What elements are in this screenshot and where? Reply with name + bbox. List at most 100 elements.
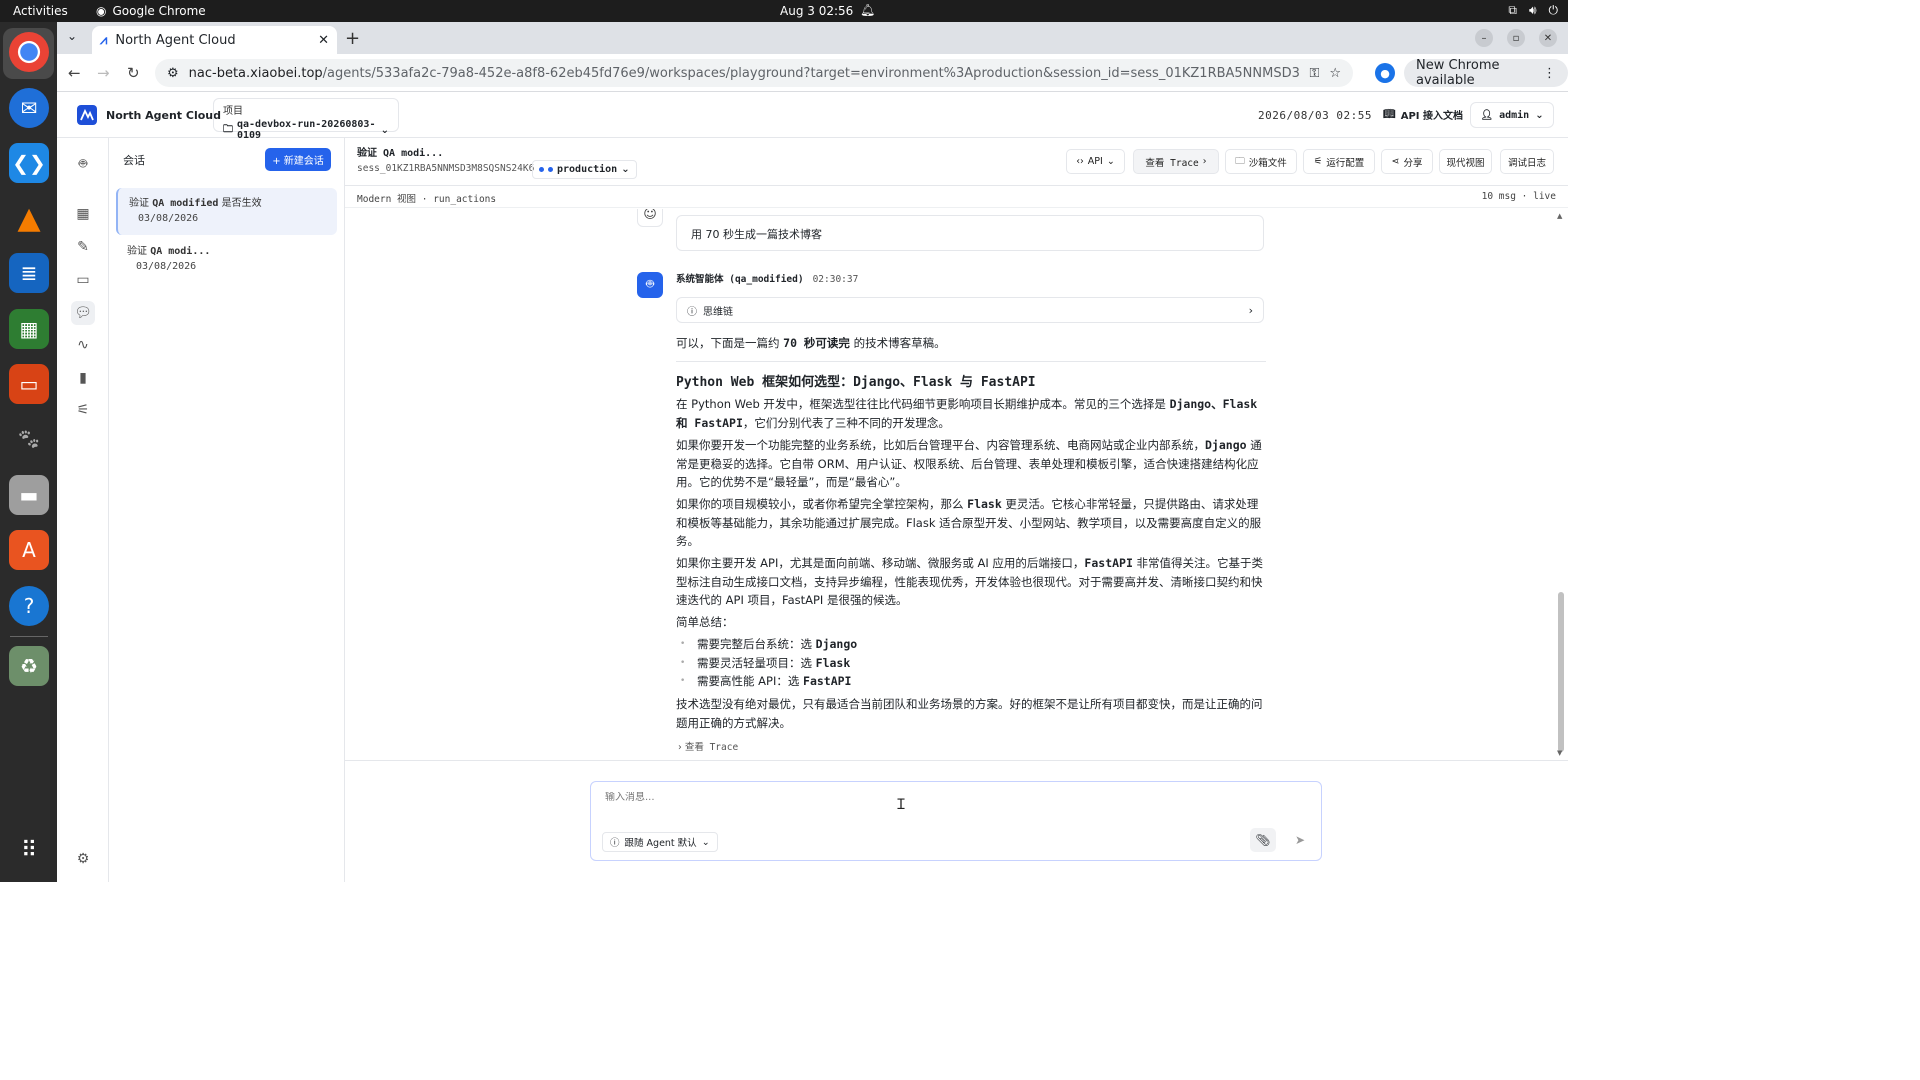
activities-button[interactable]: Activities [13,4,68,18]
chrome-icon[interactable] [9,32,49,72]
new-session-button[interactable]: + 新建会话 [265,148,331,171]
chat-scrollbar-thumb[interactable] [1558,592,1564,752]
back-arrow-icon[interactable]: ← [68,64,81,82]
chevron-down-icon: ⌄ [621,164,630,175]
edit-pencil-icon[interactable]: ✎ [71,235,95,259]
paragraph-bold: Flask [967,496,1002,511]
forward-arrow-icon[interactable]: → [97,64,110,82]
calc-icon[interactable]: ▦ [9,309,49,349]
session-id[interactable]: sess_01KZ1RBA5NNMSD3M8SQSNS24K6 [357,163,534,174]
address-bar[interactable]: ⚙ nac-beta.xiaobei.top/agents/533afa2c-7… [155,59,1353,87]
chrome-update-button[interactable]: New Chrome available ⋮ [1404,58,1568,88]
bar-chart-icon[interactable]: ▮ [71,366,95,390]
impress-icon[interactable]: ▭ [9,364,49,404]
vlc-icon[interactable]: ▲ [9,198,49,238]
volume-icon: 🔊︎ [1528,3,1537,17]
terminal-icon[interactable]: ▭ [71,268,95,292]
tab-search-chevron-icon[interactable]: ⌄ [67,29,77,43]
writer-icon[interactable]: ≣ [9,253,49,293]
debug-log-button[interactable]: 调试日志 [1500,149,1554,174]
agent-bot-icon[interactable]: 🤖︎ [71,152,95,176]
url-host: nac-beta.xiaobei.top [188,65,323,81]
session-item[interactable]: 验证 QA modi... 03/08/2026 [116,236,337,283]
north-agent-logo-icon[interactable] [77,105,97,125]
window-maximize-button[interactable]: ▫ [1507,29,1525,47]
chat-icon[interactable]: 💬︎ [71,301,95,325]
session-name-mono: QA modi... [150,246,211,257]
project-selector[interactable]: 项目 🗀︎ qa-devbox-run-20260803-0109 ⌄ [213,98,399,141]
browser-tab-active[interactable]: ⩘ North Agent Cloud ✕ [92,26,337,54]
text-cursor-icon: Ｉ [894,797,908,813]
chain-of-thought-toggle[interactable]: ⓘ 思维链 › [676,297,1264,323]
files-icon[interactable]: ▬ [9,475,49,515]
site-info-icon[interactable]: ⚙ [167,66,179,81]
chat-transcript[interactable]: ☺ 用 70 秒生成一篇技术博客 🤖︎ 系统智能体 (qa_modified) 0… [345,209,1568,760]
config-sliders-icon: ⚟ [1313,156,1323,167]
list-item: 需要完整后台系统：选 Django [676,635,1266,654]
summary-list: 需要完整后台系统：选 Django 需要灵活轻量项目：选 Flask 需要高性能… [676,635,1266,691]
dashboard-grid-icon[interactable]: ▦ [71,202,95,226]
session-item-date: 03/08/2026 [136,261,197,272]
sliders-icon[interactable]: ⚟ [71,398,95,422]
api-button[interactable]: ‹› API ⌄ [1066,149,1125,174]
chrome-icon: ◉ [96,4,107,18]
scroll-down-arrow-icon[interactable]: ▼ [1557,749,1562,757]
session-item[interactable]: 验证 QA modified 是否生效 03/08/2026 [116,188,337,235]
agent-mode-selector[interactable]: ⓘ 跟随 Agent 默认 ⌄ [602,832,718,852]
bookmark-star-icon[interactable]: ☆ [1329,66,1341,81]
url-text[interactable]: nac-beta.xiaobei.top/agents/533afa2c-79a… [189,66,1300,81]
tab-close-icon[interactable]: ✕ [318,33,329,48]
application-dock: ✉ ❮❯ ▲ ≣ ▦ ▭ 🐾︎ ▬ A ? ♻ ⠿ [0,22,57,882]
profile-avatar-icon[interactable]: ● [1375,63,1395,83]
trash-icon[interactable]: ♻ [9,646,49,686]
network-icon: ⧉ [1508,3,1517,17]
view-trace-button[interactable]: 查看 Trace › [1133,149,1219,174]
window-minimize-button[interactable]: – [1475,29,1493,47]
site-favicon-icon: ⩘ [100,32,108,48]
more-menu-icon[interactable]: ⋮ [1543,66,1556,81]
list-item: 需要高性能 API：选 FastAPI [676,672,1266,691]
settings-gear-icon[interactable]: ⚙ [71,847,95,871]
window-close-button[interactable]: ✕ [1539,29,1557,47]
code-brackets-icon: ‹› [1076,156,1084,167]
session-title: 验证 QA modi... [357,148,444,159]
password-key-icon[interactable]: ⚿ [1309,66,1319,81]
activity-pulse-icon[interactable]: ∿ [71,333,95,357]
header-datetime: 2026/08/03 02:55 [1258,109,1372,122]
share-label: 分享 [1403,157,1423,169]
show-apps-grid-icon[interactable]: ⠿ [9,830,49,870]
new-tab-button[interactable]: + [345,28,360,49]
list-item-bold: FastAPI [803,674,852,689]
view-mode-text: Modern 视图 · run_actions [357,194,497,205]
active-app-menu[interactable]: ◉ Google Chrome [96,4,206,18]
session-name-prefix: 验证 [127,246,151,257]
session-item-name: 验证 QA modi... [127,242,326,257]
paragraph-text: ，它们分别代表了三种不同的开发理念。 [742,416,950,431]
share-button[interactable]: ⋖ 分享 [1381,149,1433,174]
app-center-icon[interactable]: A [9,530,49,570]
system-clock[interactable]: Aug 3 02:56 [780,4,853,18]
api-docs-link[interactable]: 📖︎ API 接入文档 [1383,107,1463,122]
vscode-icon[interactable]: ❮❯ [9,143,49,183]
run-config-button[interactable]: ⚟ 运行配置 [1303,149,1375,174]
reload-icon[interactable]: ↻ [127,64,140,82]
brand-name[interactable]: North Agent Cloud [106,109,221,122]
chat-scrollbar[interactable] [1558,211,1564,757]
dock-separator [10,636,48,637]
user-menu[interactable]: 👤︎ admin ⌄ [1470,102,1554,128]
message-composer[interactable]: ⓘ 跟随 Agent 默认 ⌄ 📎︎ ➤ [590,781,1322,861]
gimp-icon[interactable]: 🐾︎ [9,419,49,459]
thunderbird-icon[interactable]: ✉ [9,88,49,128]
view-status-bar: Modern 视图 · run_actions 10 msg · live [345,186,1568,208]
view-trace-link[interactable]: › 查看 Trace [678,739,738,753]
modern-view-button[interactable]: 现代视图 [1439,149,1492,174]
answer-paragraph: 如果你的项目规模较小，或者你希望完全掌控架构，那么 Flask 更灵活。它核心非… [676,495,1266,551]
attach-file-button[interactable]: 📎︎ [1250,828,1276,852]
paragraph-bold: FastAPI [1084,556,1133,571]
send-button[interactable]: ➤ [1287,828,1313,852]
environment-selector[interactable]: production ⌄ [532,160,637,179]
system-tray[interactable]: ⧉ 🔊︎ ⏻ [1508,3,1558,18]
help-icon[interactable]: ? [9,586,49,626]
send-arrow-icon: ➤ [1294,833,1306,847]
sandbox-files-button[interactable]: 🗀︎ 沙箱文件 [1225,149,1297,174]
